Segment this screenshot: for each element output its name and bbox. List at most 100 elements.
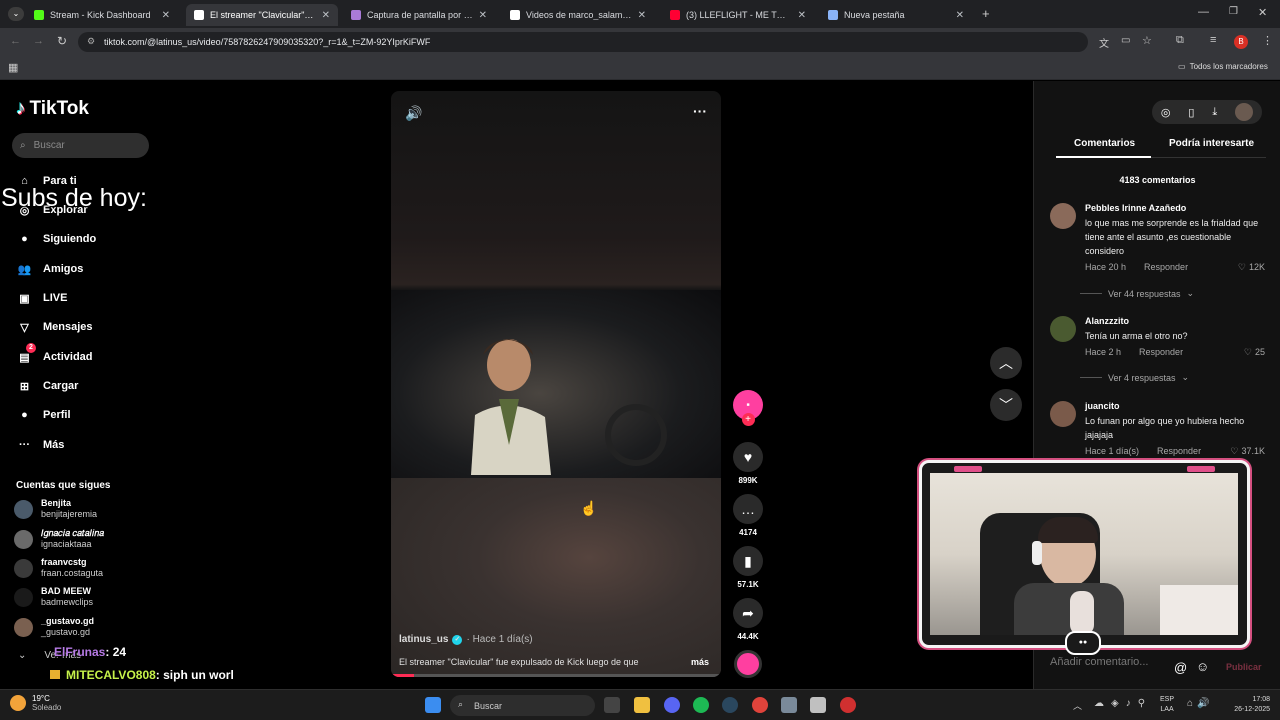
tab-interesting[interactable]: Podría interesarte: [1169, 138, 1254, 149]
add-comment-input[interactable]: Añadir comentario...: [1050, 656, 1148, 668]
video-action[interactable]: … 4174: [732, 494, 764, 537]
file-explorer-icon[interactable]: [634, 697, 650, 713]
tab-close-icon[interactable]: ✕: [162, 10, 170, 21]
tab-close-icon[interactable]: ✕: [798, 10, 806, 21]
comment-username[interactable]: Pebbles Irinne Azañedo: [1085, 203, 1186, 213]
profile-avatar[interactable]: B: [1234, 35, 1248, 49]
follow-plus-icon[interactable]: +: [741, 413, 755, 426]
comment-like-button[interactable]: ♡ 37.1K: [1230, 446, 1265, 457]
browser-tab[interactable]: Stream - Kick Dashboard ✕: [26, 4, 178, 26]
chrome-icon[interactable]: [752, 697, 768, 713]
publish-button[interactable]: Publicar: [1226, 662, 1262, 672]
next-video-button[interactable]: ﹀: [990, 389, 1022, 421]
apps-icon[interactable]: ▦: [8, 61, 18, 74]
video-progress-bar[interactable]: [391, 674, 721, 677]
comment-like-button[interactable]: ♡ 25: [1244, 347, 1265, 358]
nav-item[interactable]: ● Perfil: [16, 404, 70, 426]
all-bookmarks-link[interactable]: ▭ Todos los marcadores: [1178, 62, 1268, 71]
video-more-button[interactable]: más: [691, 657, 709, 667]
download-icon[interactable]: ⤓: [1212, 106, 1217, 119]
tray-chevron-icon[interactable]: ︿: [1073, 699, 1082, 712]
nav-item[interactable]: ▤ 2 Actividad: [16, 342, 93, 368]
browser-tab[interactable]: El streamer "Clavicular" fue ✕: [186, 4, 338, 26]
followed-account[interactable]: fraanvcstg fraan.costaguta: [14, 555, 103, 581]
video-action[interactable]: ➦ 44.4K: [732, 598, 764, 641]
emoji-icon[interactable]: ☺: [1196, 659, 1209, 674]
app-icon[interactable]: [781, 697, 797, 713]
tab-close-icon[interactable]: ✕: [479, 10, 487, 21]
task-view-icon[interactable]: [604, 697, 620, 713]
compass-icon[interactable]: ◎: [1161, 106, 1171, 119]
phone-icon[interactable]: ▯: [1188, 106, 1194, 119]
windows-start-icon[interactable]: [425, 697, 441, 713]
nav-item[interactable]: ▣ LIVE: [16, 287, 67, 309]
nav-item[interactable]: ··· Más: [16, 434, 64, 456]
star-icon[interactable]: ☆: [1142, 34, 1152, 47]
tab-close-icon[interactable]: ✕: [638, 10, 646, 21]
back-icon[interactable]: ←: [10, 35, 21, 47]
media-icon[interactable]: ≡: [1210, 34, 1216, 46]
video-action[interactable]: ▮ 57.1K: [732, 546, 764, 589]
view-replies-button[interactable]: Ver 44 respuestas ⌄: [1080, 288, 1194, 299]
close-window-button[interactable]: ✕: [1258, 6, 1267, 19]
browser-tab[interactable]: (3) LLEFLIGHT - ME TOCA A MÍ ✕: [662, 4, 814, 26]
followed-account[interactable]: _gustavo.gd _gustavo.gd: [14, 614, 94, 640]
url-field[interactable]: ⚙ tiktok.com/@latinus_us/video/758782624…: [78, 32, 1088, 52]
browser-tab[interactable]: Videos de marco_salamanca (@ ✕: [502, 4, 654, 26]
video-author-row[interactable]: latinus_us ✓ · Hace 1 día(s): [399, 634, 533, 645]
steam-icon[interactable]: [722, 697, 738, 713]
tiktok-search-input[interactable]: ⌕ Buscar: [12, 133, 149, 158]
comment-reply-button[interactable]: Responder: [1157, 446, 1201, 456]
app2-icon[interactable]: [810, 697, 826, 713]
language-indicator[interactable]: ESP LAA: [1160, 695, 1174, 715]
volume-icon[interactable]: 🔊: [405, 105, 422, 122]
restore-button[interactable]: ❐: [1229, 6, 1238, 17]
comment-avatar[interactable]: [1050, 316, 1076, 342]
comment-avatar[interactable]: [1050, 203, 1076, 229]
discord-icon[interactable]: [664, 697, 680, 713]
nav-item[interactable]: ⊞ Cargar: [16, 375, 79, 397]
comment-like-button[interactable]: ♡ 12K: [1238, 262, 1265, 273]
cast-icon[interactable]: ▭: [1121, 35, 1130, 46]
music-disc-button[interactable]: [732, 650, 764, 678]
weather-widget[interactable]: 19°C Soleado: [10, 694, 61, 712]
author-avatar-button[interactable]: ■ +: [732, 390, 764, 426]
nav-item[interactable]: ● Siguiendo: [16, 228, 96, 250]
taskbar-search[interactable]: ⌕ Buscar: [450, 695, 595, 716]
mention-icon[interactable]: @: [1174, 660, 1187, 675]
forward-icon[interactable]: →: [33, 35, 44, 47]
nav-item[interactable]: 👥 Amigos: [16, 258, 84, 280]
followed-account[interactable]: Benjita benjitajeremia: [14, 496, 97, 522]
spotify-icon[interactable]: [693, 697, 709, 713]
new-tab-button[interactable]: +: [982, 6, 990, 21]
site-info-icon[interactable]: ⚙: [87, 36, 95, 47]
video-author-name[interactable]: latinus_us: [399, 634, 448, 645]
tab-search-button[interactable]: ⌄: [8, 7, 24, 21]
video-action[interactable]: ♥ 899K: [732, 442, 764, 485]
network-sound-icons[interactable]: ⌂🔊: [1187, 698, 1214, 709]
minimize-button[interactable]: —: [1198, 6, 1209, 18]
tiktok-logo[interactable]: ♪ TikTok: [16, 98, 89, 120]
followed-account[interactable]: 𝐼𝑔𝑛𝑎𝑐𝑖𝑎 𝑐𝑎𝑡𝑎𝑙𝑖𝑛𝑎 ignaciaktaaa: [14, 526, 104, 552]
view-replies-button[interactable]: Ver 4 respuestas ⌄: [1080, 372, 1189, 383]
video-player[interactable]: 🔊 ··· latinus_us ✓ · Hace 1 día(s) El st…: [391, 91, 721, 677]
comment-reply-button[interactable]: Responder: [1139, 347, 1183, 357]
followed-account[interactable]: BAD MEEW badmewclips: [14, 584, 93, 610]
menu-icon[interactable]: ⋮: [1262, 34, 1273, 47]
comment-reply-button[interactable]: Responder: [1144, 262, 1188, 272]
tab-comments[interactable]: Comentarios: [1074, 138, 1135, 149]
user-avatar[interactable]: [1235, 103, 1254, 121]
browser-tab[interactable]: Captura de pantalla por Lightsh ✕: [343, 4, 495, 26]
tab-close-icon[interactable]: ✕: [322, 10, 330, 21]
app3-icon[interactable]: [840, 697, 856, 713]
comment-username[interactable]: juancito: [1085, 401, 1120, 411]
nav-item[interactable]: ▽ Mensajes: [16, 316, 92, 338]
taskbar-clock[interactable]: 17:08 26-12-2025: [1222, 695, 1270, 715]
comment-username[interactable]: Alanzzzito: [1085, 316, 1129, 326]
browser-tab[interactable]: Nueva pestaña ✕: [820, 4, 972, 26]
comment-avatar[interactable]: [1050, 401, 1076, 427]
tab-close-icon[interactable]: ✕: [956, 10, 964, 21]
previous-video-button[interactable]: ︿: [990, 347, 1022, 379]
tray-icons[interactable]: ☁◈♪⚲: [1094, 698, 1152, 709]
extensions-icon[interactable]: ⧉: [1176, 34, 1184, 47]
